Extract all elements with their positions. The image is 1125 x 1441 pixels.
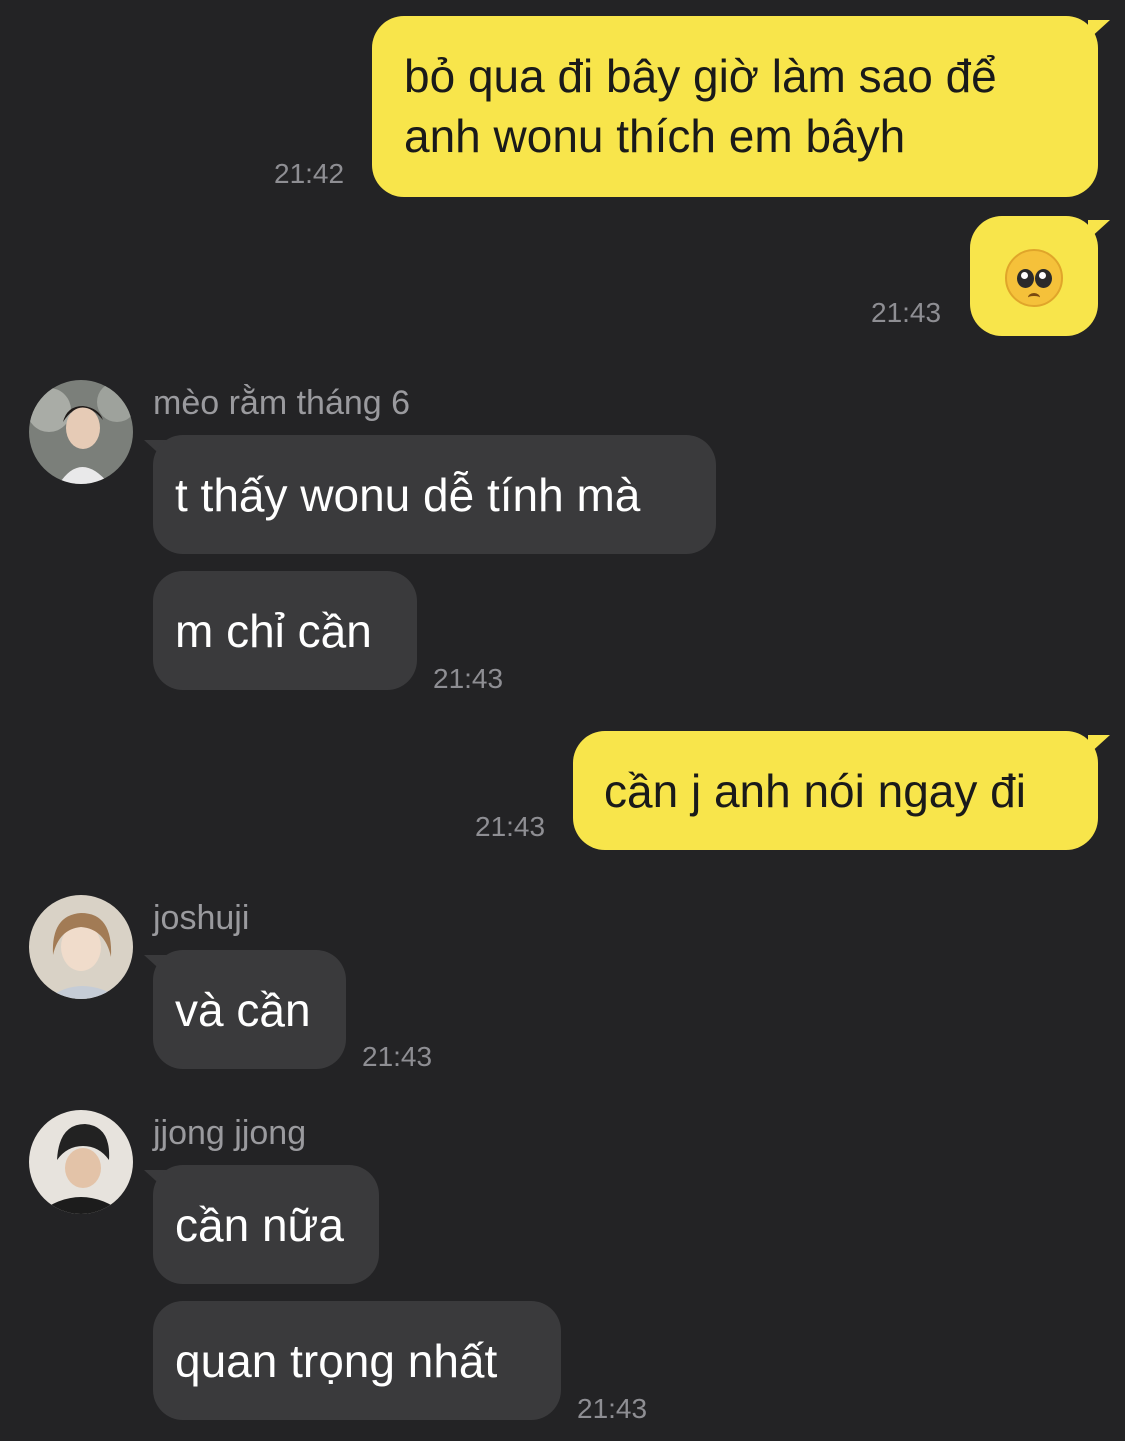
avatar-photo xyxy=(29,895,133,999)
bubble-tail xyxy=(1088,735,1110,755)
incoming-message-bubble[interactable]: t thấy wonu dễ tính mà xyxy=(153,435,716,554)
timestamp: 21:43 xyxy=(475,811,546,842)
outgoing-emoji-bubble[interactable] xyxy=(970,216,1098,336)
timestamp: 21:43 xyxy=(871,297,942,328)
message-text: cần j anh nói ngay đi xyxy=(604,765,1026,817)
message-text: t thấy wonu dễ tính mà xyxy=(175,469,641,521)
pleading-face-icon xyxy=(1005,249,1063,307)
outgoing-message-bubble[interactable]: cần j anh nói ngay đi xyxy=(573,731,1098,850)
timestamp: 21:43 xyxy=(362,1041,433,1072)
timestamp: 21:43 xyxy=(433,663,504,694)
message-text: quan trọng nhất xyxy=(175,1335,498,1387)
eye xyxy=(1017,269,1034,288)
sender-name: jjong jjong xyxy=(153,1114,307,1152)
message-text: cần nữa xyxy=(175,1199,344,1251)
avatar-photo xyxy=(29,1110,133,1214)
bubble-tail xyxy=(1088,20,1110,40)
incoming-message-bubble[interactable]: quan trọng nhất xyxy=(153,1301,561,1420)
chat-thread: 21:42 bỏ qua đi bây giờ làm sao để anh wo… xyxy=(0,0,1125,1441)
incoming-message-bubble[interactable]: m chỉ cần xyxy=(153,571,417,690)
outgoing-message-bubble[interactable]: bỏ qua đi bây giờ làm sao để anh wonu thí… xyxy=(372,16,1098,197)
eye xyxy=(1035,269,1052,288)
incoming-message-bubble[interactable]: và cần xyxy=(153,950,346,1069)
sender-name: mèo rằm tháng 6 xyxy=(153,384,411,422)
mouth xyxy=(1028,293,1040,302)
message-text: m chỉ cần xyxy=(175,605,372,657)
avatar[interactable] xyxy=(29,1110,133,1214)
sender-name: joshuji xyxy=(153,899,250,937)
message-text: bỏ qua đi bây giờ làm sao để anh wonu thí… xyxy=(404,50,997,162)
bubble-tail xyxy=(1088,220,1110,240)
avatar[interactable] xyxy=(29,895,133,999)
timestamp: 21:43 xyxy=(577,1393,648,1424)
message-text: và cần xyxy=(175,984,311,1036)
incoming-message-bubble[interactable]: cần nữa xyxy=(153,1165,379,1284)
avatar-photo xyxy=(29,380,133,484)
timestamp: 21:42 xyxy=(274,158,345,189)
avatar[interactable] xyxy=(29,380,133,484)
